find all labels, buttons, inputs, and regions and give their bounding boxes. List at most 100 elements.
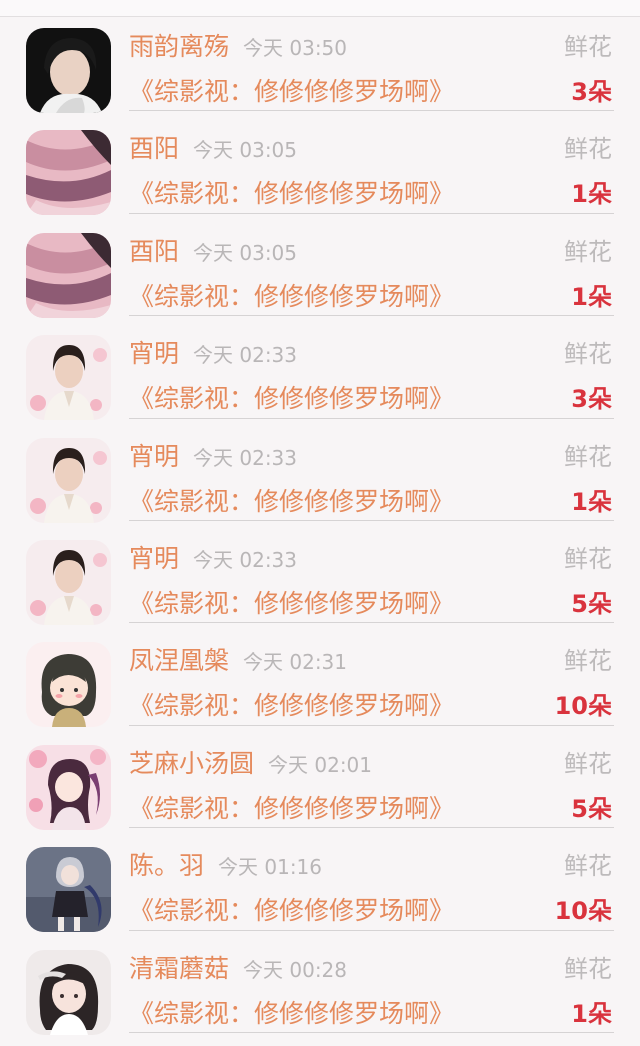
- avatar-anime-girl-icon: [26, 949, 111, 1035]
- timestamp: 今天 02:01: [268, 752, 373, 777]
- avatar-anime-blossom-icon: [26, 744, 111, 830]
- book-title-link[interactable]: 《综影视：修修修修罗场啊》: [129, 75, 454, 109]
- user-avatar[interactable]: [26, 28, 111, 113]
- gift-type-label: 鲜花: [564, 749, 612, 778]
- gift-type-label: 鲜花: [564, 544, 612, 573]
- row-divider: [129, 724, 614, 726]
- user-avatar[interactable]: [26, 949, 111, 1035]
- avatar-chibi-girl-icon: [26, 642, 111, 728]
- row-divider: [129, 1031, 614, 1033]
- user-name[interactable]: 酉阳: [129, 134, 179, 163]
- gift-count: 5朵: [571, 589, 612, 618]
- user-name[interactable]: 芝麻小汤圆: [129, 749, 254, 778]
- avatar-anime-figure-icon: [26, 847, 111, 933]
- gift-record-row[interactable]: 酉阳 今天 03:05 鲜花《综影视：修修修修罗场啊》 1朵: [0, 119, 640, 221]
- user-avatar[interactable]: [26, 642, 111, 728]
- timestamp: 今天 03:05: [193, 240, 298, 265]
- user-avatar[interactable]: [26, 437, 111, 523]
- gift-type-label: 鲜花: [564, 340, 612, 369]
- gift-record-row[interactable]: 凤涅凰槃 今天 02:31 鲜花 《综影视：修修修修罗场啊》 10朵: [0, 631, 640, 733]
- avatar-costume-man-icon: [26, 437, 111, 523]
- avatar-costume-man-icon: [26, 539, 111, 625]
- row-divider: [129, 212, 614, 214]
- gift-record-row[interactable]: 芝麻小汤圆 今天 02:01 鲜花《综影视：修修修修罗场啊》 5朵: [0, 734, 640, 836]
- timestamp: 今天 01:16: [218, 855, 323, 880]
- gift-count: 10朵: [554, 897, 612, 926]
- gift-record-row[interactable]: 宵明 今天 02:33 鲜花《综影视：修修修修罗场啊》 3朵: [0, 324, 640, 426]
- avatar-costume-man-icon: [26, 335, 111, 421]
- gift-type-label: 鲜花: [564, 33, 612, 61]
- meta-line: 宵明 今天 02:33: [129, 337, 297, 374]
- user-name[interactable]: 凤涅凰槃: [129, 646, 229, 675]
- user-name[interactable]: 宵明: [129, 544, 179, 573]
- timestamp: 今天 03:05: [193, 138, 298, 163]
- row-divider: [129, 622, 614, 624]
- top-bar: [0, 0, 640, 17]
- user-avatar[interactable]: [26, 335, 111, 421]
- timestamp: 今天 02:31: [243, 650, 348, 675]
- user-name[interactable]: 清霜蘑菇: [129, 954, 229, 983]
- book-title-link[interactable]: 《综影视：修修修修罗场啊》: [129, 689, 454, 723]
- meta-line: 宵明 今天 02:33: [129, 542, 297, 579]
- gift-record-row[interactable]: 酉阳 今天 03:05 鲜花《综影视：修修修修罗场啊》 1朵: [0, 222, 640, 324]
- gift-count: 1朵: [571, 180, 612, 209]
- meta-line: 清霜蘑菇 今天 00:28: [129, 952, 347, 989]
- gift-count: 5朵: [571, 794, 612, 823]
- gift-type-label: 鲜花: [564, 442, 612, 471]
- user-avatar[interactable]: [26, 539, 111, 625]
- book-title-link[interactable]: 《综影视：修修修修罗场啊》: [129, 382, 454, 416]
- avatar-pink-fabric-icon: [26, 130, 111, 216]
- avatar-dark-hair-man-icon: [26, 28, 111, 113]
- book-title-link[interactable]: 《综影视：修修修修罗场啊》: [129, 587, 454, 621]
- meta-line: 雨韵离殇 今天 03:50: [129, 30, 347, 67]
- row-divider: [129, 315, 614, 317]
- book-title-link[interactable]: 《综影视：修修修修罗场啊》: [129, 280, 454, 314]
- meta-line: 酉阳 今天 03:05: [129, 132, 297, 169]
- gift-type-label: 鲜花: [564, 954, 612, 983]
- meta-line: 凤涅凰槃 今天 02:31: [129, 644, 347, 681]
- avatar-pink-fabric-icon: [26, 232, 111, 318]
- gift-count: 3朵: [571, 385, 612, 414]
- timestamp: 今天 03:50: [243, 36, 348, 60]
- book-title-link[interactable]: 《综影视：修修修修罗场啊》: [129, 894, 454, 928]
- gift-count: 1朵: [571, 282, 612, 311]
- meta-line: 宵明 今天 02:33: [129, 440, 297, 477]
- gift-record-row[interactable]: 雨韵离殇 今天 03:50 鲜花 《综影视：修修修修罗场啊》 3朵: [0, 17, 640, 119]
- user-name[interactable]: 陈。羽: [129, 851, 204, 880]
- timestamp: 今天 02:33: [193, 547, 298, 572]
- meta-line: 芝麻小汤圆 今天 02:01: [129, 747, 372, 784]
- user-avatar[interactable]: [26, 232, 111, 318]
- user-name[interactable]: 酉阳: [129, 237, 179, 266]
- user-avatar[interactable]: [26, 130, 111, 216]
- gift-record-list: 雨韵离殇 今天 03:50 鲜花 《综影视：修修修修罗场啊》 3朵 酉阳 今天 03:05 鲜…: [0, 17, 640, 1041]
- gift-type-label: 鲜花: [564, 237, 612, 266]
- row-divider: [129, 519, 614, 521]
- user-avatar[interactable]: [26, 744, 111, 830]
- book-title-link[interactable]: 《综影视：修修修修罗场啊》: [129, 792, 454, 826]
- meta-line: 酉阳 今天 03:05: [129, 235, 297, 272]
- user-name[interactable]: 雨韵离殇: [129, 32, 229, 61]
- gift-record-row[interactable]: 陈。羽 今天 01:16 鲜花《综影视：修修修修罗场啊》 10朵: [0, 836, 640, 938]
- gift-type-label: 鲜花: [564, 852, 612, 881]
- timestamp: 今天 02:33: [193, 343, 298, 368]
- gift-record-row[interactable]: 宵明 今天 02:33 鲜花《综影视：修修修修罗场啊》 1朵: [0, 427, 640, 529]
- book-title-link[interactable]: 《综影视：修修修修罗场啊》: [129, 177, 454, 211]
- gift-count: 10朵: [554, 692, 612, 721]
- gift-type-label: 鲜花: [564, 135, 612, 164]
- row-divider: [129, 417, 614, 419]
- book-title-link[interactable]: 《综影视：修修修修罗场啊》: [129, 997, 454, 1031]
- user-name[interactable]: 宵明: [129, 442, 179, 471]
- gift-count: 1朵: [571, 999, 612, 1028]
- gift-count: 1朵: [571, 487, 612, 516]
- book-title-link[interactable]: 《综影视：修修修修罗场啊》: [129, 485, 454, 519]
- user-name[interactable]: 宵明: [129, 339, 179, 368]
- row-divider: [129, 929, 614, 931]
- timestamp: 今天 00:28: [243, 957, 348, 982]
- gift-record-row[interactable]: 清霜蘑菇 今天 00:28 鲜花《综影视：修修修修罗场啊》 1朵: [0, 939, 640, 1041]
- row-divider: [129, 827, 614, 829]
- row-divider: [129, 110, 614, 112]
- meta-line: 陈。羽 今天 01:16: [129, 849, 322, 886]
- user-avatar[interactable]: [26, 847, 111, 933]
- gift-record-row[interactable]: 宵明 今天 02:33 鲜花《综影视：修修修修罗场啊》 5朵: [0, 529, 640, 631]
- timestamp: 今天 02:33: [193, 445, 298, 470]
